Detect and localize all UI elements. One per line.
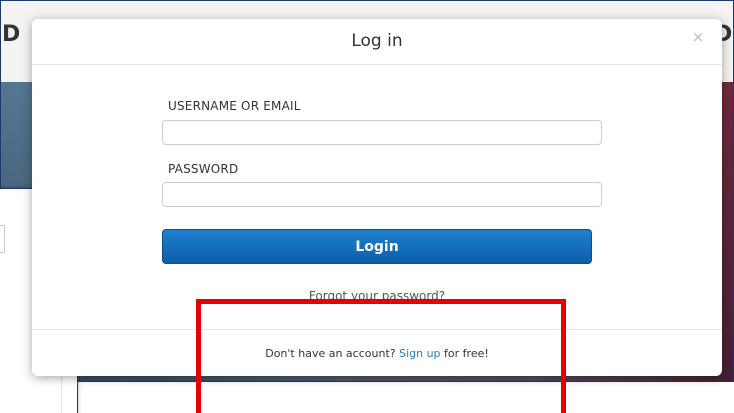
screenshot-stage: D D, Log in × USERNAME OR EMAIL PASSWORD… xyxy=(0,0,734,413)
side-panel-control xyxy=(0,225,5,253)
signup-prompt-prefix: Don't have an account? xyxy=(265,347,400,360)
username-label: USERNAME OR EMAIL xyxy=(168,99,301,113)
signup-link[interactable]: Sign up xyxy=(399,347,440,360)
close-icon[interactable]: × xyxy=(688,27,708,47)
modal-header: Log in × xyxy=(32,19,722,65)
forgot-password-link[interactable]: Forgot your password? xyxy=(32,289,722,303)
password-label: PASSWORD xyxy=(168,162,239,176)
below-window-area xyxy=(76,382,734,413)
signup-prompt-suffix: for free! xyxy=(440,347,489,360)
modal-footer-divider xyxy=(32,329,722,330)
signup-prompt: Don't have an account? Sign up for free! xyxy=(32,347,722,360)
password-input[interactable] xyxy=(162,182,602,207)
login-modal: Log in × USERNAME OR EMAIL PASSWORD Logi… xyxy=(32,19,722,376)
login-button[interactable]: Login xyxy=(162,229,592,264)
background-edge-text-left: D xyxy=(2,22,21,47)
modal-title: Log in xyxy=(351,31,403,51)
username-input[interactable] xyxy=(162,120,602,145)
